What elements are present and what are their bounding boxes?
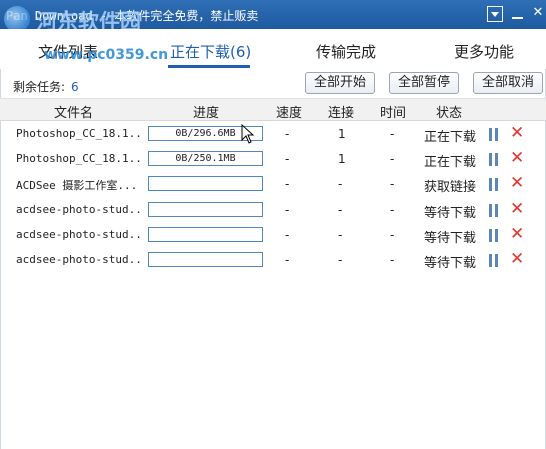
mouse-cursor-icon (241, 124, 255, 144)
toolbar: 剩余任务: 6 全部开始 全部暂停 全部取消 (0, 70, 546, 97)
status-value: 获取链接 (424, 180, 477, 196)
remaining-count: 6 (71, 80, 79, 94)
pause-icon[interactable] (489, 253, 499, 267)
delete-icon[interactable]: ✕ (510, 225, 526, 243)
column-header-time[interactable]: 时间 (380, 102, 406, 121)
file-name: Photoshop_CC_18.1... (16, 152, 144, 166)
time-value: - (390, 152, 395, 167)
progress-bar (148, 226, 263, 242)
progress-bar: 0B/250.1MB (148, 151, 263, 167)
status-value: 等待下载 (424, 255, 477, 271)
file-name: acdsee-photo-stud... (16, 252, 144, 266)
tab-downloading[interactable]: 正在下载(6) (170, 41, 251, 62)
connections-value: 1 (338, 152, 346, 167)
tab-completed[interactable]: 传输完成 (316, 41, 376, 62)
status-value: 等待下载 (424, 230, 477, 246)
time-value: - (390, 177, 395, 192)
connections-value: - (338, 202, 343, 217)
table-row[interactable]: ACDSee 摄影工作室... - - - 获取链接 ✕ (0, 172, 546, 197)
file-name: ACDSee 摄影工作室... (16, 179, 138, 193)
speed-value: - (285, 252, 290, 267)
status-value: 正在下载 (424, 130, 477, 145)
tab-more-features[interactable]: 更多功能 (454, 41, 514, 62)
table-row[interactable]: Photoshop_CC_18.1... 0B/250.1MB - 1 - 正在… (0, 147, 546, 172)
cancel-all-button[interactable]: 全部取消 (473, 72, 543, 94)
delete-icon[interactable]: ✕ (510, 124, 526, 142)
column-header-speed[interactable]: 速度 (276, 102, 302, 121)
column-header-name[interactable]: 文件名 (54, 102, 93, 121)
connections-value: - (338, 177, 343, 192)
time-value: - (390, 252, 395, 267)
download-list: Photoshop_CC_18.1... 0B/296.6MB - 1 - 正在… (0, 122, 546, 273)
pause-icon[interactable] (489, 228, 499, 242)
remaining-label: 剩余任务: (13, 80, 66, 94)
watermark-url: www.pc0359.cn (44, 47, 169, 63)
pause-icon[interactable] (489, 153, 499, 167)
minimize-icon[interactable] (510, 6, 526, 22)
status-value: 正在下载 (424, 155, 477, 171)
progress-bar (148, 201, 263, 217)
pause-icon[interactable] (489, 203, 499, 217)
table-row[interactable]: acdsee-photo-stud... - - - 等待下载 ✕ (0, 223, 546, 248)
delete-icon[interactable]: ✕ (510, 149, 526, 167)
pause-icon[interactable] (489, 178, 499, 192)
file-name: acdsee-photo-stud... (16, 227, 144, 241)
status-value: 等待下载 (424, 205, 477, 221)
menu-dropdown-icon[interactable] (487, 6, 503, 22)
file-name: Photoshop_CC_18.1... (16, 127, 144, 140)
pause-all-button[interactable]: 全部暂停 (389, 72, 459, 94)
time-value: - (390, 127, 395, 141)
table-row[interactable]: acdsee-photo-stud... - - - 等待下载 ✕ (0, 198, 546, 223)
remaining-tasks: 剩余任务: 6 (13, 78, 79, 95)
progress-text: 0B/250.1MB (175, 153, 236, 165)
connections-value: - (338, 227, 343, 242)
file-name: acdsee-photo-stud... (16, 202, 144, 216)
table-header: 文件名 进度 速度 连接 时间 状态 (0, 98, 546, 121)
table-row[interactable]: acdsee-photo-stud... - - - 等待下载 ✕ (0, 248, 546, 273)
connections-value: - (338, 252, 343, 267)
speed-value: - (285, 152, 290, 167)
active-tab-indicator (168, 65, 250, 68)
column-header-connections[interactable]: 连接 (328, 102, 354, 121)
column-header-progress[interactable]: 进度 (193, 102, 219, 121)
speed-value: - (285, 177, 290, 192)
column-header-status[interactable]: 状态 (436, 102, 462, 121)
speed-value: - (285, 127, 290, 141)
start-all-button[interactable]: 全部开始 (305, 72, 375, 94)
time-value: - (390, 202, 395, 217)
table-row[interactable]: Photoshop_CC_18.1... 0B/296.6MB - 1 - 正在… (0, 122, 546, 147)
speed-value: - (285, 227, 290, 242)
pause-icon[interactable] (489, 128, 499, 141)
delete-icon[interactable]: ✕ (510, 174, 526, 192)
close-icon[interactable]: ✕ (530, 6, 546, 22)
delete-icon[interactable]: ✕ (510, 200, 526, 218)
connections-value: 1 (338, 127, 346, 141)
progress-bar (148, 251, 263, 267)
time-value: - (390, 227, 395, 242)
progress-bar (148, 176, 263, 192)
speed-value: - (285, 202, 290, 217)
delete-icon[interactable]: ✕ (510, 250, 526, 268)
